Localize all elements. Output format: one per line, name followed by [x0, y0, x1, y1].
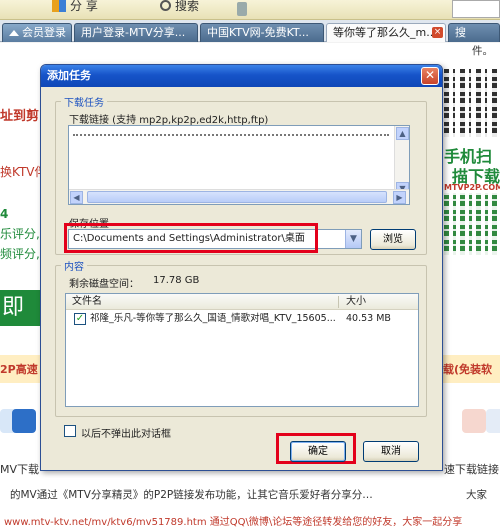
no-popup-checkbox[interactable]	[64, 425, 76, 437]
page-text: 的MV通过《MTV分享精灵》的P2P链接发布功能，让其它音乐爱好者分享分…	[10, 489, 373, 501]
dialog-title-bar[interactable]: 添加任务 ✕	[41, 65, 442, 87]
no-popup-label: 以后不弹出此对话框	[81, 429, 171, 440]
tab-search[interactable]: 搜	[448, 23, 500, 42]
tab-member-login[interactable]: 会员登录	[2, 23, 72, 42]
tab-current-song[interactable]: 等你等了那么久_m... ×	[326, 23, 446, 42]
tab-ktv-net[interactable]: 中国KTV网-免费KT...	[200, 23, 324, 42]
chevron-down-icon[interactable]: ▼	[345, 230, 361, 248]
cancel-label: 取消	[381, 446, 401, 457]
page-text: 频评分,	[0, 247, 40, 261]
page-text: 乐评分,	[0, 227, 40, 241]
horizontal-scrollbar[interactable]: ◀ ▶	[69, 189, 409, 204]
tab-label: 搜	[455, 26, 466, 39]
share-icon	[52, 0, 66, 12]
group-label: 内容	[61, 258, 87, 273]
download-link-input[interactable]: ▲ ▼ ◀ ▶	[68, 125, 410, 205]
free-space-label: 剩余磁盘空间：	[69, 279, 139, 290]
window-controls[interactable]	[452, 0, 500, 18]
tab-label: 用户登录-MTV分享...	[81, 26, 186, 39]
file-checkbox[interactable]: ✓	[74, 313, 86, 325]
page-text: 即播	[2, 295, 25, 356]
paw-icon[interactable]	[12, 409, 36, 433]
app-icon[interactable]	[486, 409, 500, 433]
column-divider	[338, 296, 339, 308]
page-text: www.mtv-ktv.net/mv/ktv6/mv51789.htm 通过QQ…	[4, 517, 463, 528]
qr-code-image	[444, 69, 500, 137]
browser-toolbar: 分 享 搜索	[0, 0, 500, 20]
toolbar-divider-icon	[237, 2, 247, 16]
column-header-name[interactable]: 文件名	[66, 294, 102, 310]
scroll-right-icon[interactable]: ▶	[393, 191, 406, 204]
page-text: 速下载链接	[444, 463, 499, 476]
file-list-header: 文件名 大小	[66, 294, 418, 310]
cancel-button[interactable]: 取消	[363, 441, 419, 462]
page-text: 址到剪	[0, 109, 40, 124]
tab-user-login[interactable]: 用户登录-MTV分享...	[74, 23, 198, 42]
column-header-size[interactable]: 大小	[340, 294, 366, 310]
page-text: 4	[0, 207, 9, 221]
home-icon	[9, 30, 19, 36]
play-now-banner[interactable]: 即播	[0, 290, 40, 356]
add-task-dialog: 添加任务 ✕ 下载任务 下载链接 (支持 mp2p,kp2p,ed2k,http…	[40, 64, 443, 471]
ok-label: 确定	[308, 446, 328, 457]
page-text: MTVP2P.COM	[444, 183, 500, 192]
qr-code-image	[444, 193, 500, 255]
page-text: 载(免装软	[443, 363, 493, 376]
highlight-box	[64, 223, 318, 253]
browse-label: 浏览	[383, 234, 403, 245]
page-url-line[interactable]: www.mtv-ktv.net/mv/ktv6/mv51789.htm 通过QQ…	[4, 513, 462, 528]
app-icon[interactable]	[462, 409, 486, 433]
tab-label: 等你等了那么久_m...	[333, 26, 437, 39]
tab-bar: 会员登录 用户登录-MTV分享... 中国KTV网-免费KT... 等你等了那么…	[0, 20, 500, 42]
close-tab-icon[interactable]: ×	[432, 27, 443, 38]
scroll-left-icon[interactable]: ◀	[70, 191, 83, 204]
share-button[interactable]: 分 享	[52, 0, 98, 20]
file-list[interactable]: 文件名 大小 ✓ 祁隆_乐凡-等你等了那么久_国语_情歌对唱_KTV_15605…	[65, 293, 419, 407]
page-text: 2P高速	[0, 363, 38, 376]
browse-button[interactable]: 浏览	[370, 229, 416, 250]
download-link-label: 下载链接 (支持 mp2p,kp2p,ed2k,http,ftp)	[69, 115, 269, 126]
page-text: MV下载	[0, 463, 40, 476]
file-size: 40.53 MB	[346, 313, 391, 324]
page-text: 件。	[472, 45, 493, 57]
scroll-thumb[interactable]	[87, 191, 387, 203]
search-button[interactable]: 搜索	[160, 0, 199, 20]
group-label: 下载任务	[61, 94, 107, 109]
file-name: 祁隆_乐凡-等你等了那么久_国语_情歌对唱_KTV_15605...	[90, 313, 336, 324]
dialog-title: 添加任务	[47, 69, 91, 82]
link-text-line	[73, 134, 389, 137]
close-icon[interactable]: ✕	[421, 67, 439, 85]
search-icon	[160, 0, 171, 11]
tab-label: 中国KTV网-免费KT...	[207, 26, 309, 39]
search-label: 搜索	[175, 0, 200, 13]
ok-button[interactable]: 确定	[290, 441, 346, 462]
page-text: 大家	[466, 489, 487, 501]
tab-label: 会员登录	[22, 26, 66, 39]
vertical-scrollbar[interactable]: ▲ ▼	[394, 126, 409, 197]
free-space-value: 17.78 GB	[153, 275, 200, 286]
share-label: 分 享	[70, 0, 98, 13]
scroll-up-icon[interactable]: ▲	[396, 127, 409, 140]
file-row[interactable]: ✓ 祁隆_乐凡-等你等了那么久_国语_情歌对唱_KTV_15605... 40.…	[66, 311, 418, 327]
